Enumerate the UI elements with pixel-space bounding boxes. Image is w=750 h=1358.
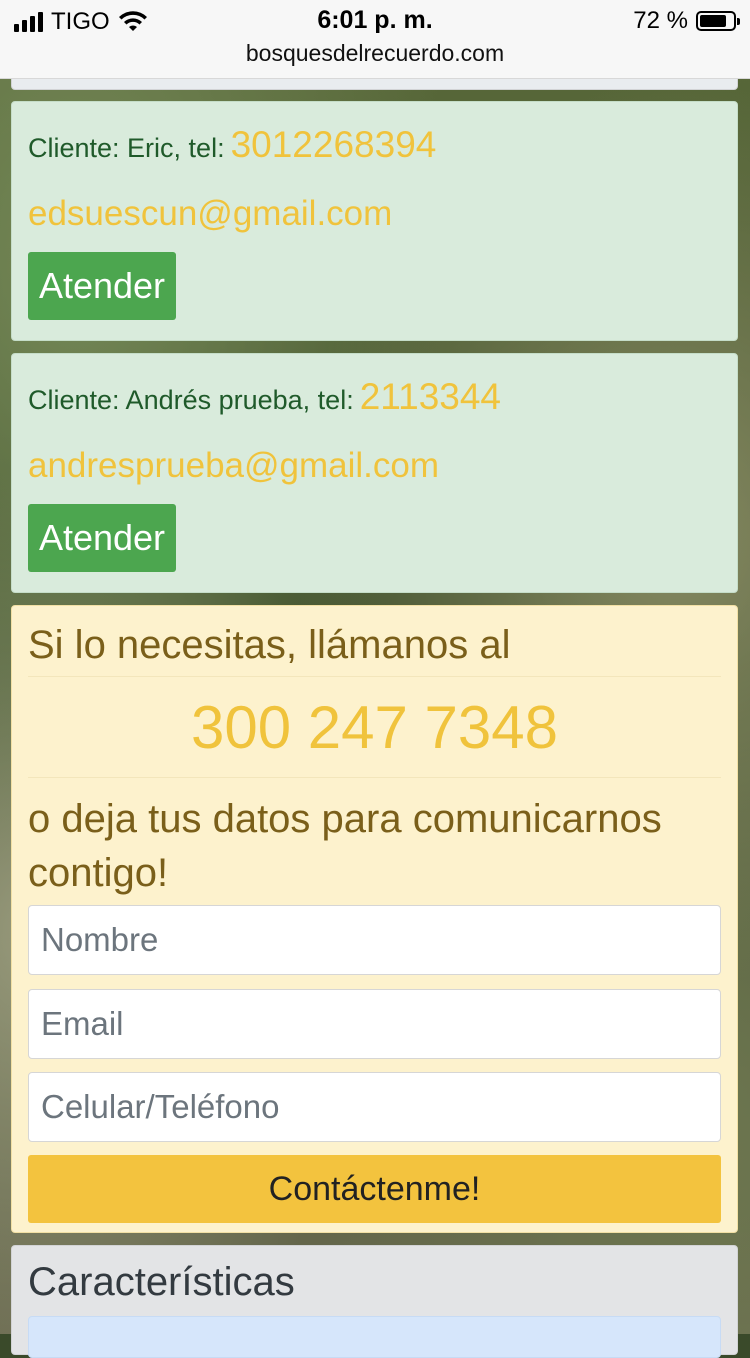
client-card: Cliente: Eric, tel: 3012268394 edsuescun@… — [11, 101, 738, 341]
client-card: Cliente: Andrés prueba, tel: 2113344 andr… — [11, 353, 738, 593]
client-phone-link[interactable]: 2113344 — [360, 376, 501, 417]
status-bar-right: 72 % — [633, 7, 740, 35]
attend-button[interactable]: Atender — [28, 252, 176, 320]
features-title: Características — [28, 1260, 295, 1304]
features-list — [28, 1316, 721, 1358]
attend-button[interactable]: Atender — [28, 504, 176, 572]
client-email-link[interactable]: edsuescun@gmail.com — [28, 194, 392, 234]
status-bar: TIGO 6:01 p. m. 72 % bosquesdelrecuerdo.… — [0, 0, 750, 79]
client-phone-link[interactable]: 3012268394 — [231, 124, 437, 165]
battery-icon — [696, 11, 740, 31]
contact-phone-link[interactable]: 300 247 7348 — [28, 676, 721, 778]
features-card: Características — [11, 1245, 738, 1358]
email-field[interactable] — [28, 989, 721, 1059]
battery-percent: 72 % — [633, 7, 688, 34]
name-field[interactable] — [28, 905, 721, 975]
address-bar-url[interactable]: bosquesdelrecuerdo.com — [0, 40, 750, 67]
phone-field[interactable] — [28, 1072, 721, 1142]
client-label: Cliente: Eric, tel: — [28, 133, 225, 163]
client-label: Cliente: Andrés prueba, tel: — [28, 385, 354, 415]
client-info: Cliente: Eric, tel: 3012268394 — [28, 124, 436, 166]
contact-heading: Si lo necesitas, llámanos al — [28, 623, 511, 667]
contact-card: Si lo necesitas, llámanos al 300 247 734… — [11, 605, 738, 1233]
client-info: Cliente: Andrés prueba, tel: 2113344 — [28, 376, 501, 418]
contact-submit-button[interactable]: Contáctenme! — [28, 1155, 721, 1223]
client-email-link[interactable]: andresprueba@gmail.com — [28, 446, 439, 486]
contact-subheading: o deja tus datos para comunicarnos conti… — [28, 797, 662, 895]
